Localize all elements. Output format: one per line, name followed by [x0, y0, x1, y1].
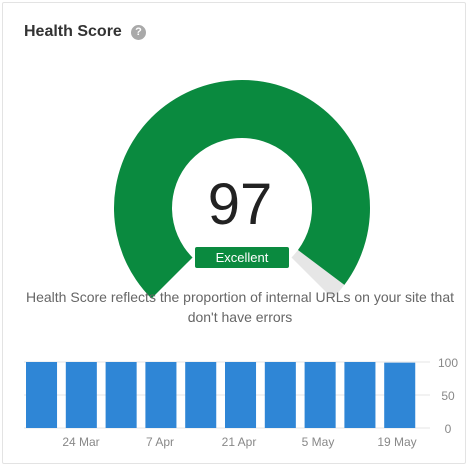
x-tick-label: 21 Apr [222, 435, 257, 449]
y-tick-label: 0 [445, 422, 452, 436]
bar [384, 362, 416, 428]
bar [105, 362, 137, 428]
x-tick-label: 5 May [302, 435, 335, 449]
health-score-history-chart: 100 50 0 24 Mar 7 Apr 21 Apr 5 May 19 May [24, 356, 458, 449]
x-tick-label: 24 Mar [62, 435, 99, 449]
bar [145, 362, 177, 428]
x-tick-label: 7 Apr [146, 435, 174, 449]
bar [26, 362, 58, 428]
y-tick-label: 100 [438, 356, 458, 370]
bar [225, 362, 257, 428]
bar [264, 362, 296, 428]
x-tick-label: 19 May [377, 435, 416, 449]
bar [344, 362, 376, 428]
bar [304, 362, 336, 428]
y-tick-label: 50 [441, 389, 455, 403]
bar [65, 362, 97, 428]
bar [185, 362, 217, 428]
